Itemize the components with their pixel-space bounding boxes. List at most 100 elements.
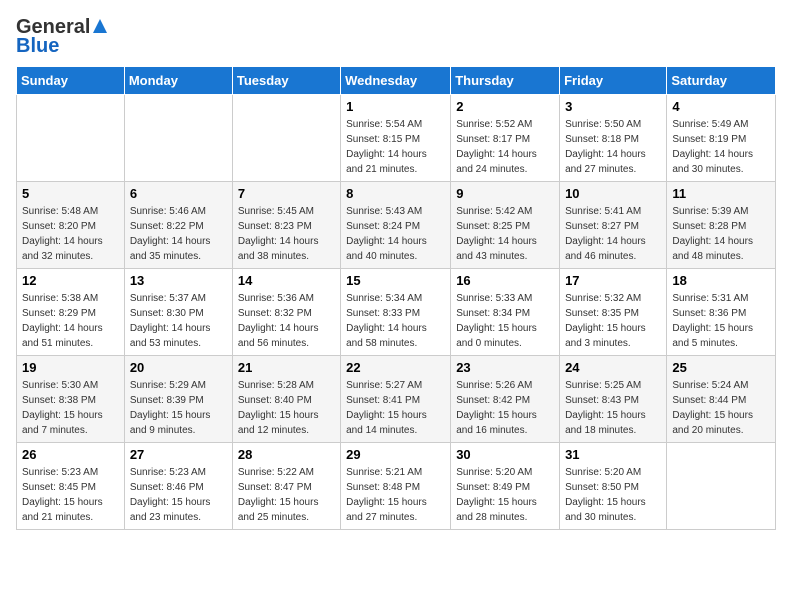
week-row-4: 19 Sunrise: 5:30 AM Sunset: 8:38 PM Dayli… [17, 356, 776, 443]
weekday-header-row: SundayMondayTuesdayWednesdayThursdayFrid… [17, 67, 776, 95]
day-cell: 22 Sunrise: 5:27 AM Sunset: 8:41 PM Dayli… [341, 356, 451, 443]
day-cell: 15 Sunrise: 5:34 AM Sunset: 8:33 PM Dayli… [341, 269, 451, 356]
day-cell: 1 Sunrise: 5:54 AM Sunset: 8:15 PM Daylig… [341, 95, 451, 182]
day-cell: 23Sunrise: 5:26 AM Sunset: 8:42 PM Dayli… [451, 356, 560, 443]
day-number: 1 [346, 99, 445, 114]
day-info: Sunrise: 5:52 AM Sunset: 8:17 PM Dayligh… [456, 117, 554, 177]
day-info: Sunrise: 5:30 AM Sunset: 8:38 PM Dayligh… [22, 378, 119, 438]
weekday-header-thursday: Thursday [451, 67, 560, 95]
day-number: 24 [565, 360, 661, 375]
day-cell: 25 Sunrise: 5:24 AM Sunset: 8:44 PM Dayli… [667, 356, 776, 443]
day-number: 11 [672, 186, 770, 201]
day-info: Sunrise: 5:49 AM Sunset: 8:19 PM Dayligh… [672, 117, 770, 177]
day-info: Sunrise: 5:23 AM Sunset: 8:46 PM Dayligh… [130, 465, 227, 525]
day-cell: 27 Sunrise: 5:23 AM Sunset: 8:46 PM Dayli… [124, 443, 232, 530]
day-cell: 4 Sunrise: 5:49 AM Sunset: 8:19 PM Daylig… [667, 95, 776, 182]
day-cell: 24 Sunrise: 5:25 AM Sunset: 8:43 PM Dayli… [560, 356, 667, 443]
day-info: Sunrise: 5:42 AM Sunset: 8:25 PM Dayligh… [456, 204, 554, 264]
week-row-1: 1 Sunrise: 5:54 AM Sunset: 8:15 PM Daylig… [17, 95, 776, 182]
day-number: 8 [346, 186, 445, 201]
day-number: 19 [22, 360, 119, 375]
weekday-header-saturday: Saturday [667, 67, 776, 95]
day-number: 28 [238, 447, 335, 462]
day-cell [232, 95, 340, 182]
day-number: 15 [346, 273, 445, 288]
day-info: Sunrise: 5:37 AM Sunset: 8:30 PM Dayligh… [130, 291, 227, 351]
logo: General Blue [16, 16, 109, 58]
day-info: Sunrise: 5:27 AM Sunset: 8:41 PM Dayligh… [346, 378, 445, 438]
page-header: General Blue [16, 16, 776, 58]
weekday-header-sunday: Sunday [17, 67, 125, 95]
day-info: Sunrise: 5:31 AM Sunset: 8:36 PM Dayligh… [672, 291, 770, 351]
day-number: 21 [238, 360, 335, 375]
day-info: Sunrise: 5:38 AM Sunset: 8:29 PM Dayligh… [22, 291, 119, 351]
day-cell: 19 Sunrise: 5:30 AM Sunset: 8:38 PM Dayli… [17, 356, 125, 443]
weekday-header-tuesday: Tuesday [232, 67, 340, 95]
day-info: Sunrise: 5:33 AM Sunset: 8:34 PM Dayligh… [456, 291, 554, 351]
day-cell [124, 95, 232, 182]
day-cell: 13 Sunrise: 5:37 AM Sunset: 8:30 PM Dayli… [124, 269, 232, 356]
day-info: Sunrise: 5:21 AM Sunset: 8:48 PM Dayligh… [346, 465, 445, 525]
day-cell: 18 Sunrise: 5:31 AM Sunset: 8:36 PM Dayli… [667, 269, 776, 356]
day-info: Sunrise: 5:48 AM Sunset: 8:20 PM Dayligh… [22, 204, 119, 264]
day-number: 31 [565, 447, 661, 462]
day-cell: 2 Sunrise: 5:52 AM Sunset: 8:17 PM Daylig… [451, 95, 560, 182]
day-number: 2 [456, 99, 554, 114]
day-info: Sunrise: 5:24 AM Sunset: 8:44 PM Dayligh… [672, 378, 770, 438]
day-cell: 16 Sunrise: 5:33 AM Sunset: 8:34 PM Dayli… [451, 269, 560, 356]
week-row-5: 26Sunrise: 5:23 AM Sunset: 8:45 PM Dayli… [17, 443, 776, 530]
day-number: 6 [130, 186, 227, 201]
day-number: 9 [456, 186, 554, 201]
day-cell: 28 Sunrise: 5:22 AM Sunset: 8:47 PM Dayli… [232, 443, 340, 530]
day-cell: 3 Sunrise: 5:50 AM Sunset: 8:18 PM Daylig… [560, 95, 667, 182]
day-cell: 6 Sunrise: 5:46 AM Sunset: 8:22 PM Daylig… [124, 182, 232, 269]
day-number: 3 [565, 99, 661, 114]
day-number: 14 [238, 273, 335, 288]
day-info: Sunrise: 5:39 AM Sunset: 8:28 PM Dayligh… [672, 204, 770, 264]
day-number: 17 [565, 273, 661, 288]
day-number: 18 [672, 273, 770, 288]
weekday-header-monday: Monday [124, 67, 232, 95]
day-cell: 30 Sunrise: 5:20 AM Sunset: 8:49 PM Dayli… [451, 443, 560, 530]
day-info: Sunrise: 5:36 AM Sunset: 8:32 PM Dayligh… [238, 291, 335, 351]
day-info: Sunrise: 5:22 AM Sunset: 8:47 PM Dayligh… [238, 465, 335, 525]
day-number: 7 [238, 186, 335, 201]
day-cell: 12Sunrise: 5:38 AM Sunset: 8:29 PM Dayli… [17, 269, 125, 356]
weekday-header-friday: Friday [560, 67, 667, 95]
day-info: Sunrise: 5:43 AM Sunset: 8:24 PM Dayligh… [346, 204, 445, 264]
day-info: Sunrise: 5:34 AM Sunset: 8:33 PM Dayligh… [346, 291, 445, 351]
day-info: Sunrise: 5:32 AM Sunset: 8:35 PM Dayligh… [565, 291, 661, 351]
day-number: 4 [672, 99, 770, 114]
day-number: 20 [130, 360, 227, 375]
day-info: Sunrise: 5:20 AM Sunset: 8:49 PM Dayligh… [456, 465, 554, 525]
day-number: 22 [346, 360, 445, 375]
day-info: Sunrise: 5:25 AM Sunset: 8:43 PM Dayligh… [565, 378, 661, 438]
day-info: Sunrise: 5:45 AM Sunset: 8:23 PM Dayligh… [238, 204, 335, 264]
day-number: 26 [22, 447, 119, 462]
logo-blue-text: Blue [16, 35, 59, 58]
day-number: 13 [130, 273, 227, 288]
day-cell: 20 Sunrise: 5:29 AM Sunset: 8:39 PM Dayli… [124, 356, 232, 443]
day-number: 30 [456, 447, 554, 462]
day-info: Sunrise: 5:54 AM Sunset: 8:15 PM Dayligh… [346, 117, 445, 177]
day-cell [667, 443, 776, 530]
day-cell: 8 Sunrise: 5:43 AM Sunset: 8:24 PM Daylig… [341, 182, 451, 269]
day-cell: 17 Sunrise: 5:32 AM Sunset: 8:35 PM Dayli… [560, 269, 667, 356]
day-info: Sunrise: 5:46 AM Sunset: 8:22 PM Dayligh… [130, 204, 227, 264]
day-info: Sunrise: 5:29 AM Sunset: 8:39 PM Dayligh… [130, 378, 227, 438]
day-number: 25 [672, 360, 770, 375]
week-row-2: 5 Sunrise: 5:48 AM Sunset: 8:20 PM Daylig… [17, 182, 776, 269]
day-info: Sunrise: 5:20 AM Sunset: 8:50 PM Dayligh… [565, 465, 661, 525]
week-row-3: 12Sunrise: 5:38 AM Sunset: 8:29 PM Dayli… [17, 269, 776, 356]
day-cell: 31 Sunrise: 5:20 AM Sunset: 8:50 PM Dayli… [560, 443, 667, 530]
day-number: 16 [456, 273, 554, 288]
day-cell: 7 Sunrise: 5:45 AM Sunset: 8:23 PM Daylig… [232, 182, 340, 269]
day-cell: 29Sunrise: 5:21 AM Sunset: 8:48 PM Dayli… [341, 443, 451, 530]
day-number: 27 [130, 447, 227, 462]
day-cell: 9 Sunrise: 5:42 AM Sunset: 8:25 PM Daylig… [451, 182, 560, 269]
logo-arrow-icon [91, 17, 109, 35]
day-number: 5 [22, 186, 119, 201]
weekday-header-wednesday: Wednesday [341, 67, 451, 95]
day-info: Sunrise: 5:50 AM Sunset: 8:18 PM Dayligh… [565, 117, 661, 177]
calendar-table: SundayMondayTuesdayWednesdayThursdayFrid… [16, 66, 776, 530]
